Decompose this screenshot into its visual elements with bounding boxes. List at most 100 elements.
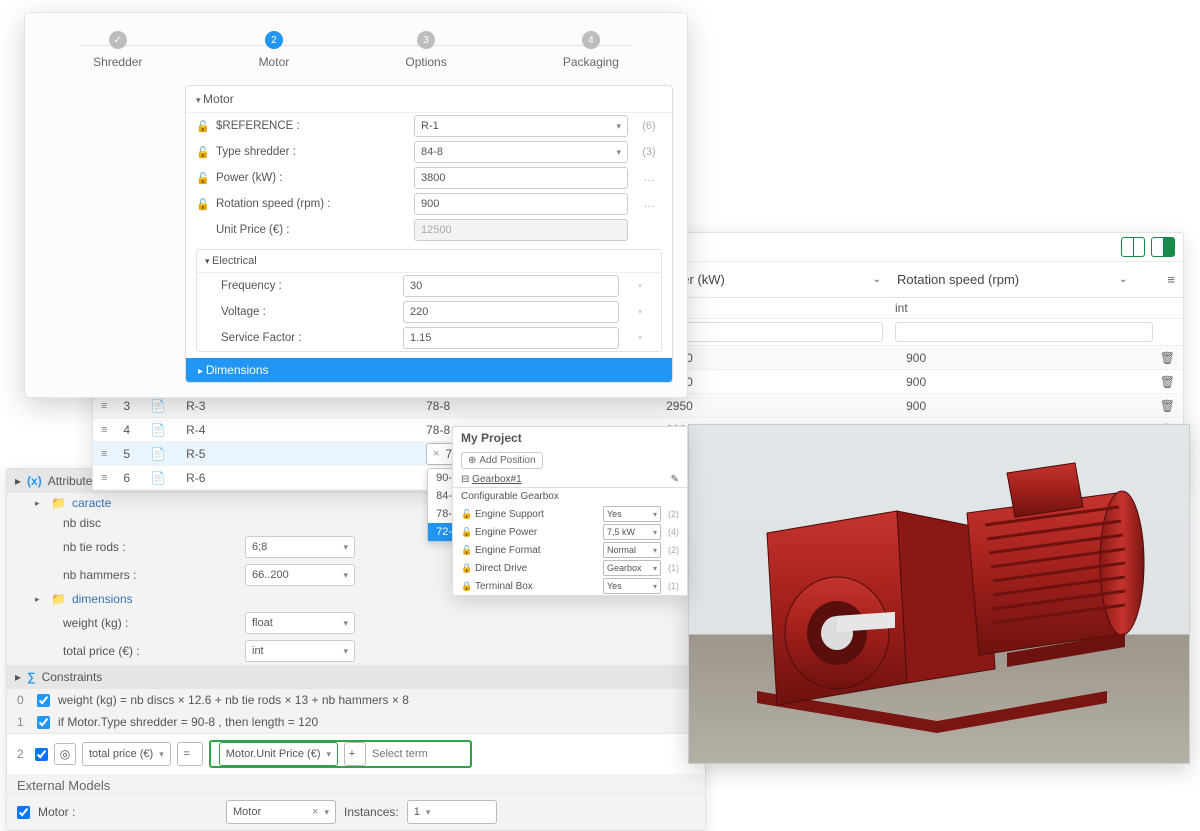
- clear-icon[interactable]: ×: [433, 448, 439, 460]
- minus-icon[interactable]: ⊟: [461, 474, 469, 485]
- row-index: 4: [115, 423, 138, 437]
- field-row: 🔓Rotation speed (rpm) :…: [186, 191, 672, 217]
- builder-eq[interactable]: =: [177, 742, 203, 766]
- group-header-electrical[interactable]: Electrical: [197, 250, 661, 273]
- folder-icon: 📁: [51, 592, 66, 606]
- drag-handle-icon[interactable]: ≡: [93, 400, 115, 412]
- wizard-step[interactable]: 4Packaging: [563, 31, 619, 69]
- config-select[interactable]: Yes: [603, 506, 661, 522]
- lock-icon[interactable]: 🔓: [461, 545, 471, 556]
- delete-row-icon[interactable]: 🗑: [1152, 399, 1183, 413]
- config-select[interactable]: Gearbox: [603, 560, 661, 576]
- delete-row-icon[interactable]: 🗑: [1152, 351, 1183, 365]
- config-label: Engine Support: [475, 509, 599, 520]
- field-label: Voltage :: [221, 306, 395, 318]
- target-icon[interactable]: ◎: [54, 743, 76, 765]
- attr-value-select[interactable]: int: [245, 640, 355, 662]
- cell-speed: 900: [898, 399, 1152, 413]
- attr-row: weight (kg) :float: [7, 609, 705, 637]
- constraint-text: if Motor.Type shredder = 90-8 , then len…: [58, 715, 318, 729]
- group-header-dimensions[interactable]: Dimensions: [186, 358, 672, 382]
- chevron-down-icon[interactable]: ⌄: [873, 274, 881, 285]
- builder-left-term[interactable]: total price (€): [82, 742, 171, 766]
- field-input[interactable]: [403, 327, 619, 349]
- cell-speed: 900: [898, 351, 1152, 365]
- external-model-select[interactable]: Motor×: [226, 800, 336, 824]
- config-select[interactable]: Yes: [603, 578, 661, 594]
- lock-icon[interactable]: 🔒: [461, 563, 471, 574]
- config-count: (2): [665, 545, 679, 555]
- wizard-panel: Shredder 2Motor 3Options 4Packaging Motor 🔓…: [24, 12, 688, 398]
- field-label: Frequency :: [221, 280, 395, 292]
- lock-icon[interactable]: 🔓: [461, 527, 471, 538]
- 3d-viewport[interactable]: [688, 424, 1190, 764]
- field-select[interactable]: 84-8: [414, 141, 628, 163]
- field-select[interactable]: R-1: [414, 115, 628, 137]
- project-item[interactable]: Gearbox#1: [472, 474, 521, 485]
- attr-value-select[interactable]: float: [245, 612, 355, 634]
- attr-value-select[interactable]: 6;8: [245, 536, 355, 558]
- field-row: 🔓$REFERENCE :R-1(6): [186, 113, 672, 139]
- hamburger-icon[interactable]: ≡: [1167, 272, 1175, 287]
- constraint-2-checkbox[interactable]: [35, 748, 48, 761]
- instances-select[interactable]: 1: [407, 800, 497, 824]
- config-row: 🔒 Terminal Box Yes (1): [453, 577, 687, 595]
- page-icon[interactable]: 📄: [151, 447, 166, 461]
- wizard-step[interactable]: 2Motor: [259, 31, 290, 69]
- builder-plus[interactable]: +: [344, 742, 366, 766]
- edit-icon[interactable]: ✎: [671, 474, 679, 485]
- drag-handle-icon[interactable]: ≡: [93, 472, 115, 484]
- field-input[interactable]: [414, 167, 628, 189]
- field-row: 🔓Power (kW) :…: [186, 165, 672, 191]
- layout-rows-button[interactable]: [1151, 237, 1175, 257]
- lock-icon[interactable]: 🔓: [196, 198, 208, 211]
- lock-icon[interactable]: 🔓: [461, 509, 471, 520]
- lock-icon[interactable]: 🔓: [196, 120, 208, 133]
- wizard-step[interactable]: 3Options: [405, 31, 446, 69]
- constraint-text: weight (kg) = nb discs × 12.6 + nb tie r…: [58, 693, 409, 707]
- builder-right-term[interactable]: Motor.Unit Price (€): [219, 742, 338, 766]
- row-index: 3: [115, 399, 138, 413]
- field-label: Rotation speed (rpm) :: [216, 198, 406, 210]
- plus-icon: ⊕: [468, 455, 476, 466]
- external-motor-checkbox[interactable]: [17, 806, 30, 819]
- electrical-group: Electrical Frequency :•Voltage :•Service…: [196, 249, 662, 352]
- layout-columns-button[interactable]: [1121, 237, 1145, 257]
- drag-handle-icon[interactable]: ≡: [93, 424, 115, 436]
- cell-type: 78-8: [418, 399, 658, 413]
- field-row: 🔓Type shredder :84-8(3): [186, 139, 672, 165]
- drag-handle-icon[interactable]: ≡: [93, 448, 115, 460]
- wizard-step[interactable]: Shredder: [93, 31, 142, 69]
- config-select[interactable]: Normal: [603, 542, 661, 558]
- page-icon[interactable]: 📄: [151, 471, 166, 485]
- attr-value-select[interactable]: 66..200: [245, 564, 355, 586]
- external-label: Motor :: [38, 805, 218, 819]
- folder-icon: 📁: [51, 496, 66, 510]
- field-input[interactable]: [403, 275, 619, 297]
- filter-speed-input[interactable]: [895, 322, 1153, 342]
- constraint-row: 1if Motor.Type shredder = 90-8 , then le…: [7, 711, 705, 733]
- constraint-checkbox[interactable]: [37, 694, 50, 707]
- lock-icon[interactable]: 🔒: [461, 581, 471, 592]
- lock-icon[interactable]: 🔓: [196, 146, 208, 159]
- page-icon[interactable]: 📄: [151, 399, 166, 413]
- field-input[interactable]: [414, 193, 628, 215]
- field-label: $REFERENCE :: [216, 120, 406, 132]
- constraints-header[interactable]: ▸∑Constraints: [7, 665, 705, 689]
- add-position-button[interactable]: ⊕Add Position: [461, 452, 543, 469]
- config-count: (4): [665, 527, 679, 537]
- group-header-motor[interactable]: Motor: [186, 86, 672, 113]
- config-select[interactable]: 7,5 kW: [603, 524, 661, 540]
- delete-row-icon[interactable]: 🗑: [1152, 375, 1183, 389]
- constraint-checkbox[interactable]: [37, 716, 50, 729]
- filter-power-input[interactable]: [655, 322, 883, 342]
- page-icon[interactable]: 📄: [151, 423, 166, 437]
- chevron-down-icon[interactable]: ⌄: [1119, 274, 1127, 285]
- lock-icon[interactable]: 🔓: [196, 172, 208, 185]
- config-row: 🔓 Engine Power 7,5 kW (4): [453, 523, 687, 541]
- field-input[interactable]: [403, 301, 619, 323]
- builder-term-input[interactable]: [372, 748, 462, 760]
- row-index: 5: [115, 447, 138, 461]
- gearbox-3d-model: [707, 433, 1177, 753]
- project-title: My Project: [453, 427, 687, 449]
